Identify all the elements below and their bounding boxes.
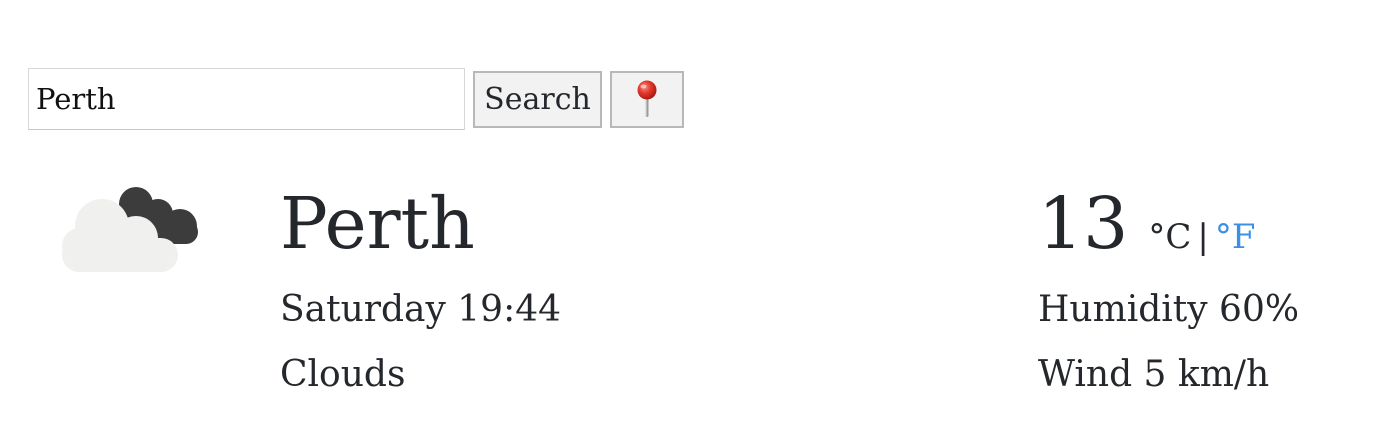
search-bar: Search — [28, 68, 684, 130]
clouds-icon — [62, 187, 198, 272]
temperature-value: 13 — [1038, 182, 1129, 265]
search-button[interactable]: Search — [473, 70, 602, 128]
celsius-unit: °C — [1148, 217, 1192, 257]
city-search-input[interactable] — [28, 68, 465, 130]
unit-separator: | — [1197, 217, 1209, 257]
current-location-button[interactable] — [610, 70, 684, 128]
pushpin-icon — [637, 80, 657, 117]
humidity-reading: Humidity 60% — [1038, 289, 1300, 330]
city-name: Perth — [280, 182, 475, 265]
temperature-display: 13 °C | °F — [1038, 182, 1255, 266]
date-time: Saturday 19:44 — [280, 289, 562, 330]
wind-reading: Wind 5 km/h — [1038, 354, 1270, 395]
weather-condition: Clouds — [280, 354, 406, 395]
fahrenheit-toggle-link[interactable]: °F — [1215, 217, 1256, 257]
